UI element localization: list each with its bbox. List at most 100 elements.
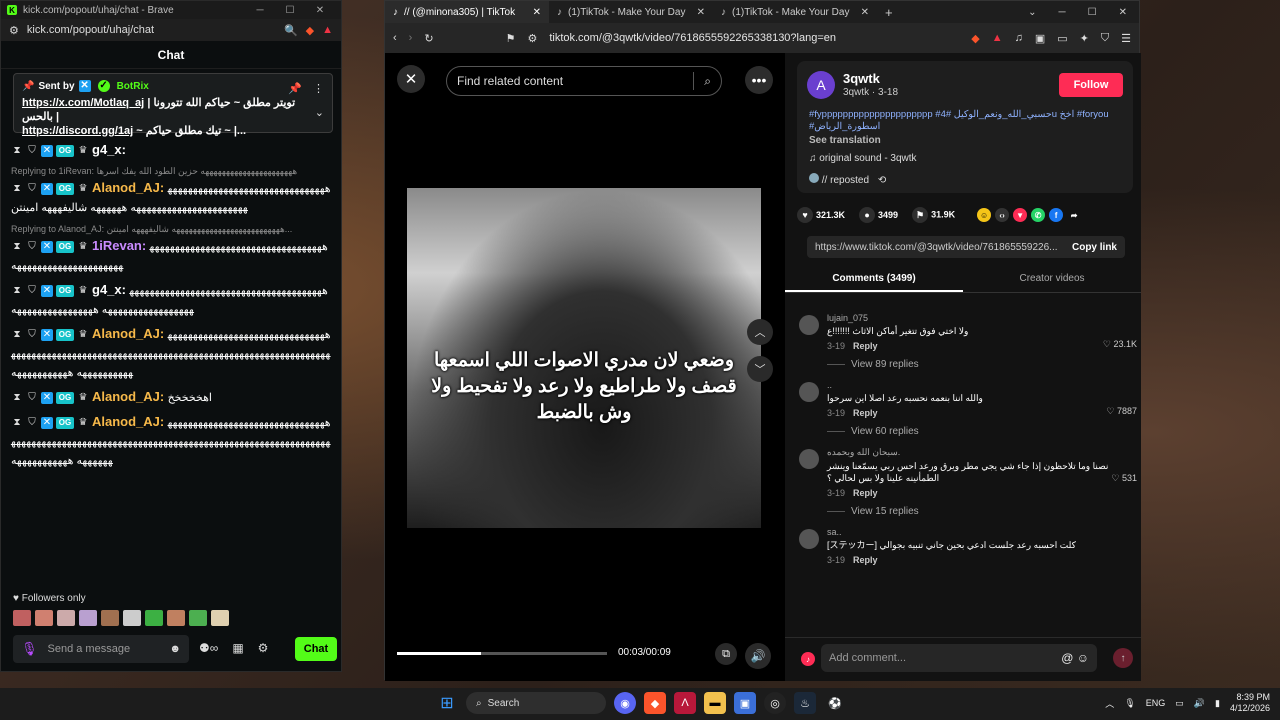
close-tab-icon[interactable]: ✕	[533, 7, 541, 18]
chat-message[interactable]: Replying to Alanod_AJ: ههههههههههههههههه…	[11, 223, 331, 275]
brave-shield-icon[interactable]: ◆	[306, 24, 314, 37]
share-link-field[interactable]: https://www.tiktok.com/@3qwtk/video/7618…	[807, 236, 1125, 258]
vpn-icon[interactable]: ⛉	[1101, 32, 1109, 45]
username[interactable]: g4_x:	[92, 142, 126, 157]
username[interactable]: Alanod_AJ:	[92, 389, 164, 404]
video-description[interactable]: #fyppppppppppppppppppppp #حسبي_الله_ونعم…	[809, 109, 1125, 133]
facebook-icon[interactable]: f	[1049, 208, 1064, 222]
pinned-link-x[interactable]: https://x.com/Motlaq_aj	[22, 97, 144, 109]
rewards-icon[interactable]: ▲	[992, 32, 1003, 44]
save-button[interactable]: ⚑ 31.9K	[912, 207, 955, 223]
emote[interactable]	[211, 610, 229, 626]
app-icon[interactable]: ⚽	[824, 692, 846, 714]
video-player[interactable]: ✕ Find related content ⌕ ••• وضعي لان مد…	[385, 53, 785, 681]
progress-bar[interactable]	[397, 652, 607, 655]
username[interactable]: g4_x:	[92, 282, 126, 297]
store-icon[interactable]: ▦	[232, 641, 243, 655]
comment-like-button[interactable]: ♡ 531	[1111, 473, 1137, 484]
comment-username[interactable]: lujain_075	[827, 313, 1139, 323]
close-video-button[interactable]: ✕	[397, 65, 425, 93]
tab-search-icon[interactable]: ⌄	[1028, 7, 1036, 18]
brave-shield-icon[interactable]: ◆	[971, 32, 979, 45]
maximize-button[interactable]: ☐	[1088, 7, 1097, 18]
comment-button[interactable]: ● 3499	[859, 207, 898, 223]
avatar[interactable]	[799, 529, 819, 549]
avatar[interactable]	[799, 449, 819, 469]
tab-tiktok-2[interactable]: ♪ (1)TikTok - Make Your Day ✕	[549, 1, 713, 23]
post-comment-button[interactable]: ↑	[1113, 648, 1133, 668]
close-tab-icon[interactable]: ✕	[861, 7, 869, 18]
emote[interactable]	[189, 610, 207, 626]
emote[interactable]	[123, 610, 141, 626]
share-friends-icon[interactable]: ☺	[977, 208, 992, 222]
reply-button[interactable]: Reply	[853, 555, 878, 565]
like-button[interactable]: ♥ 321.3K	[797, 207, 845, 223]
pinned-link-discord[interactable]: https://discord.gg/1aj	[22, 125, 133, 137]
ai-icon[interactable]: ✦	[1080, 32, 1089, 45]
volume-button[interactable]: 🔊	[745, 643, 771, 669]
microphone-icon[interactable]: 🎙	[21, 641, 38, 657]
sidebar-icon[interactable]: ▣	[1035, 32, 1045, 45]
network-icon[interactable]: ▭	[1175, 698, 1184, 709]
app-icon[interactable]: Λ	[674, 692, 696, 714]
comment-username[interactable]: سبحان الله وبحمده.	[827, 447, 1139, 458]
comment-like-button[interactable]: ♡ 7887	[1106, 406, 1137, 417]
emote[interactable]	[145, 610, 163, 626]
comment-item[interactable]: lujain_075 ولا اختي فوق تتغير أماكن الاثا…	[799, 313, 1139, 370]
file-explorer-icon[interactable]: ▬	[704, 692, 726, 714]
search-icon[interactable]: ⌕	[704, 74, 711, 89]
close-tab-icon[interactable]: ✕	[697, 7, 705, 18]
wallet-icon[interactable]: ▭	[1057, 32, 1067, 45]
close-button[interactable]: ✕	[1119, 7, 1127, 18]
emote-bar[interactable]	[13, 610, 229, 626]
comment-item[interactable]: sa.. كلت احسبه رعد جلست ادعي بحين جاني تن…	[799, 527, 1139, 565]
forward-icon[interactable]: ›	[409, 32, 413, 44]
site-settings-icon[interactable]: ⚙	[9, 24, 19, 37]
tab-tiktok-3[interactable]: ♪ (1)TikTok - Make Your Day ✕	[713, 1, 877, 23]
picture-in-picture-button[interactable]: ⧉	[715, 643, 737, 665]
start-icon[interactable]: ⊞	[436, 692, 458, 714]
username[interactable]: Alanod_AJ:	[92, 414, 164, 429]
reply-button[interactable]: Reply	[853, 408, 878, 418]
comment-like-button[interactable]: ♡ 23.1K	[1103, 339, 1137, 350]
chat-message[interactable]: ⧗ ⛉ ✕ OG ♛ Alanod_AJ: اهخخخخخ	[11, 388, 331, 407]
emote[interactable]	[167, 610, 185, 626]
media-icon[interactable]: ♫	[1015, 32, 1023, 44]
bookmark-icon[interactable]: ⚑	[506, 32, 516, 45]
chat-send-button[interactable]: Chat	[295, 637, 337, 661]
back-icon[interactable]: ‹	[393, 32, 397, 44]
app-icon[interactable]: ▣	[734, 692, 756, 714]
reply-context[interactable]: Replying to Alanod_AJ: ههههههههههههههههه…	[11, 223, 331, 235]
more-icon[interactable]: ⋮	[313, 82, 324, 95]
comment-input[interactable]: Add comment... @ ☺	[821, 644, 1097, 672]
share-arrow-icon[interactable]: ➦	[1067, 208, 1081, 222]
rewards-icon[interactable]: ▲	[322, 24, 333, 36]
tab-creator-videos[interactable]: Creator videos	[963, 267, 1141, 292]
more-options-button[interactable]: •••	[745, 66, 773, 94]
view-replies-button[interactable]: View 89 replies	[827, 359, 1139, 370]
reload-icon[interactable]: ↻	[424, 32, 433, 45]
chat-message[interactable]: ⧗ ⛉ ✕ OG ♛ Alanod_AJ: ههههههههههههههههههههههه…	[11, 413, 331, 470]
whatsapp-icon[interactable]: ✆	[1031, 208, 1046, 222]
site-info-icon[interactable]: ⚙	[527, 32, 537, 45]
comment-item[interactable]: سبحان الله وبحمده. نصنا وما تلاحظون إذا ج…	[799, 447, 1139, 517]
clock[interactable]: 8:39 PM 4/12/2026	[1230, 692, 1270, 714]
see-translation-link[interactable]: See translation	[809, 135, 881, 146]
avatar[interactable]	[799, 382, 819, 402]
language-indicator[interactable]: ENG	[1146, 698, 1166, 708]
menu-icon[interactable]: ☰	[1121, 32, 1131, 45]
chevron-up-icon[interactable]: ︿	[1105, 697, 1114, 710]
obs-icon[interactable]: ◎	[764, 692, 786, 714]
maximize-button[interactable]: ☐	[275, 5, 305, 16]
username[interactable]: Alanod_AJ:	[92, 180, 164, 195]
reply-context[interactable]: Replying to 1iRevan: ههههههههههههههههههه…	[11, 165, 331, 177]
battery-icon[interactable]: ▮	[1215, 698, 1220, 709]
view-replies-button[interactable]: View 60 replies	[827, 426, 1139, 437]
chat-message[interactable]: ⧗ ⛉ ✕ OG ♛ Alanod_AJ: ههههههههههههههههههههههه…	[11, 325, 331, 382]
emote[interactable]	[101, 610, 119, 626]
chat-messages[interactable]: ⧗ ⛉ ✕ OG ♛ g4_x: Replying to 1iRevan: هههههههه…	[1, 141, 341, 591]
volume-icon[interactable]: 🔊	[1194, 698, 1205, 709]
chat-message[interactable]: ⧗ ⛉ ✕ OG ♛ g4_x:	[11, 141, 331, 159]
emote[interactable]	[57, 610, 75, 626]
view-replies-button[interactable]: View 15 replies	[827, 506, 1139, 517]
